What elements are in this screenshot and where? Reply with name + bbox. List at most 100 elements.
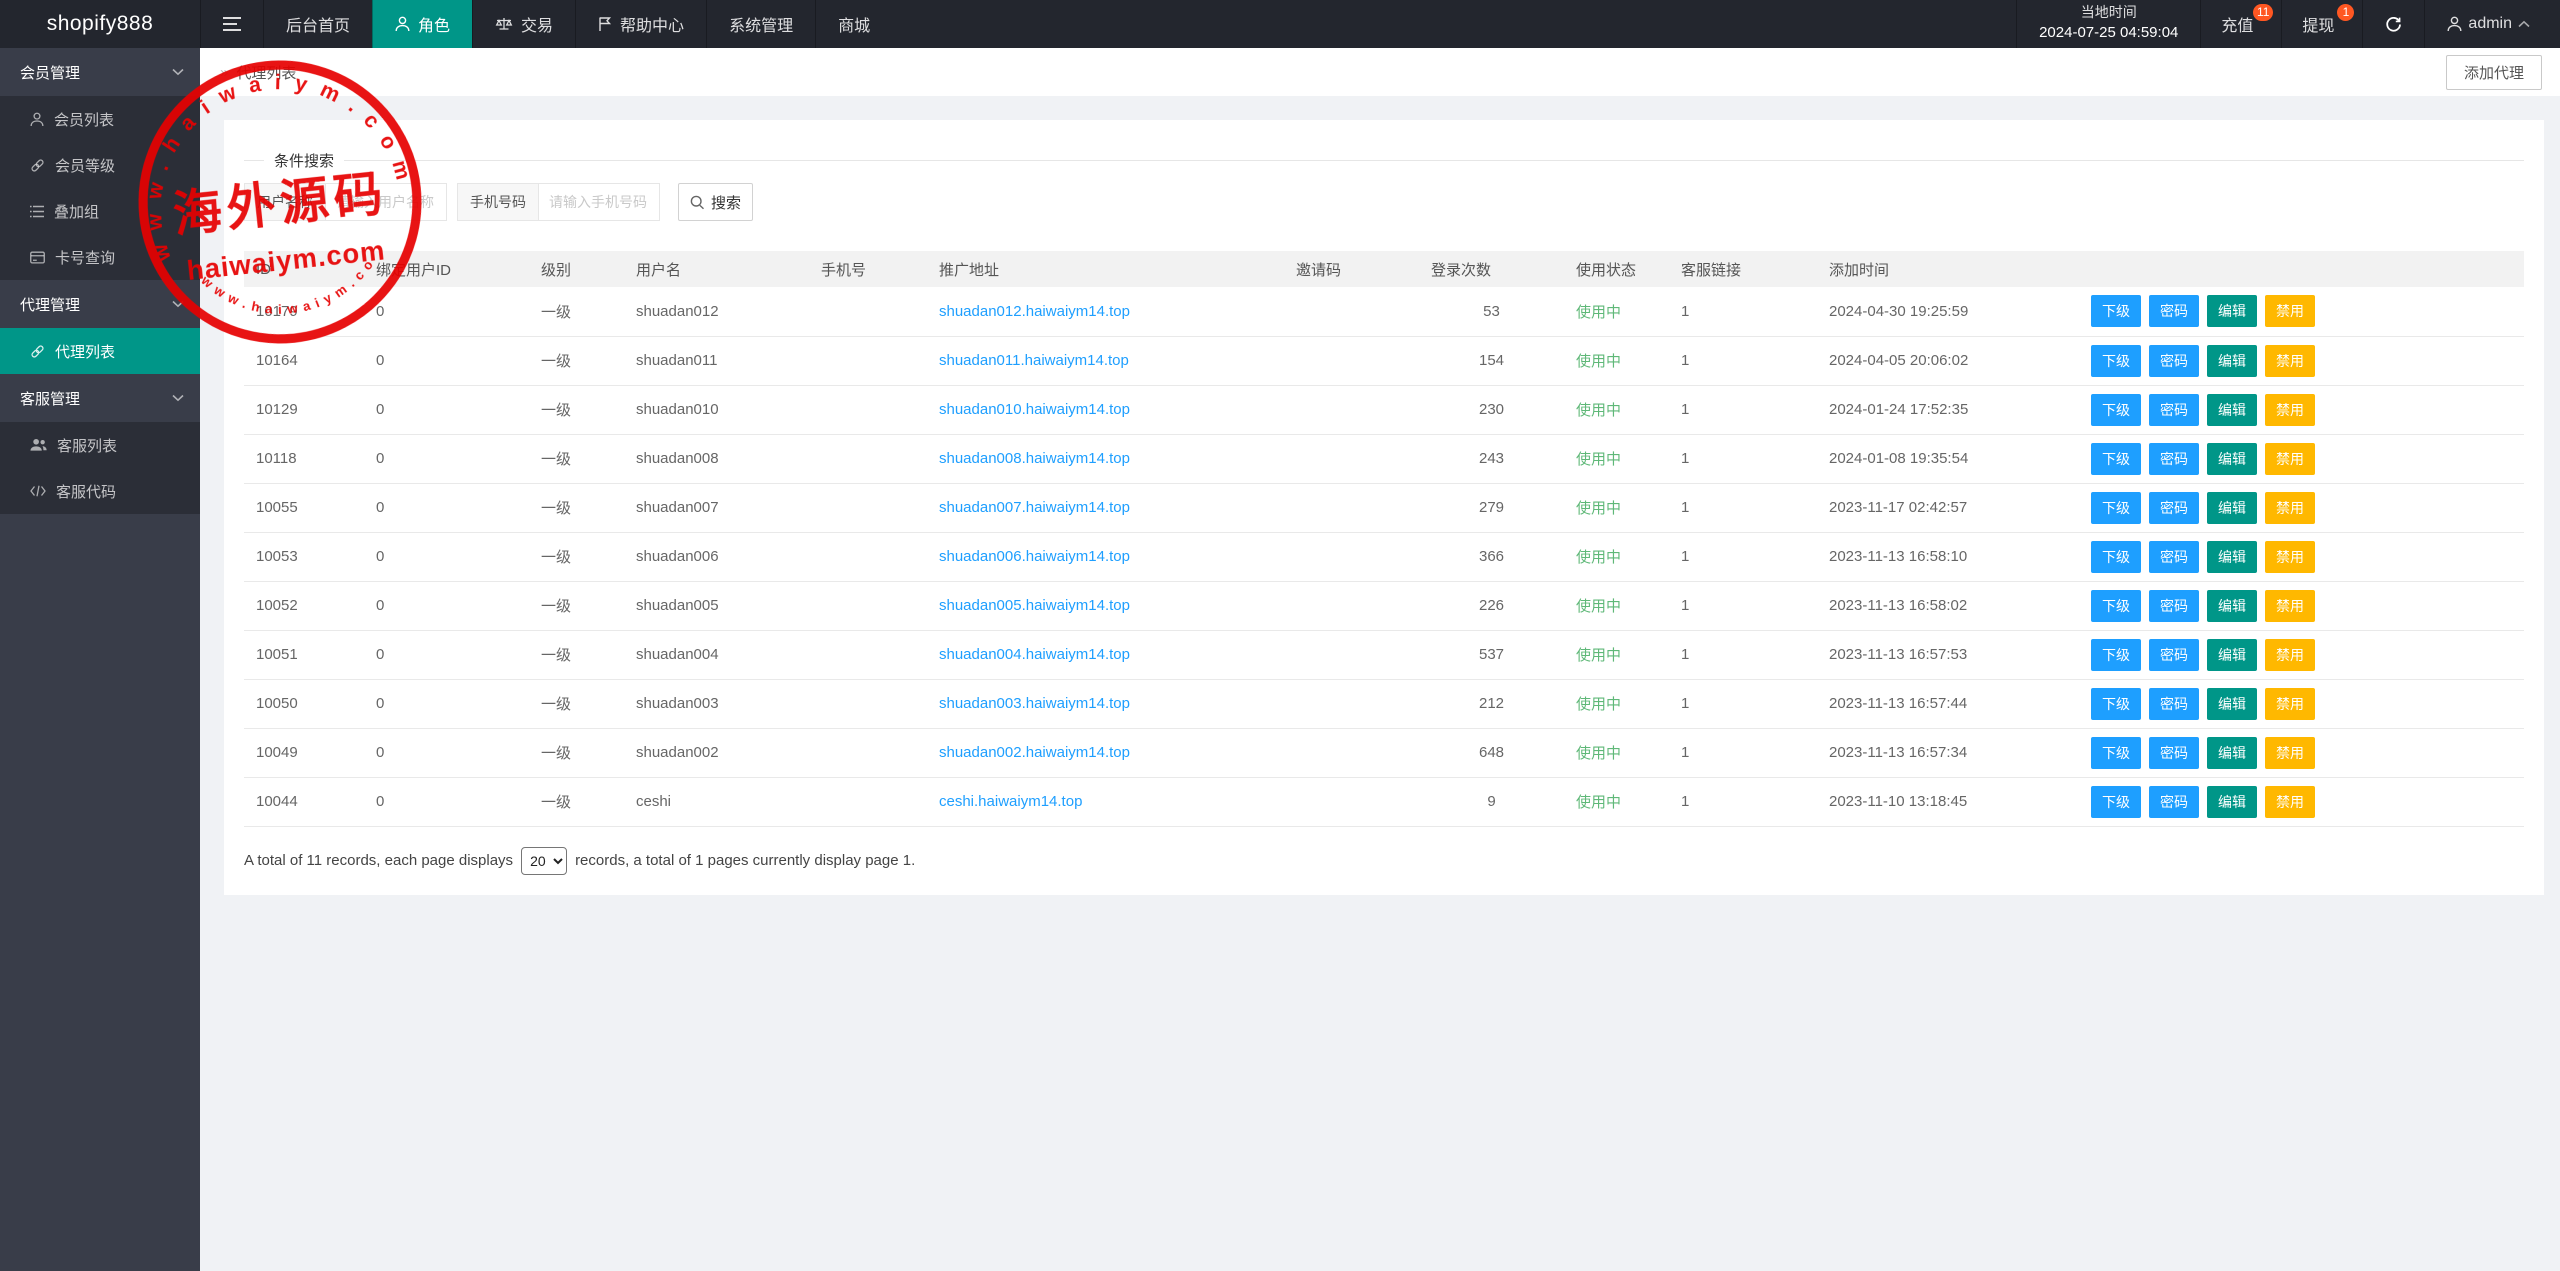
promo-link[interactable]: shuadan007.haiwaiym14.top	[927, 483, 1284, 532]
promo-link[interactable]: shuadan006.haiwaiym14.top	[927, 532, 1284, 581]
cell-id: 10179	[244, 287, 364, 336]
promo-link[interactable]: shuadan004.haiwaiym14.top	[927, 630, 1284, 679]
promo-link[interactable]: ceshi.haiwaiym14.top	[927, 777, 1284, 826]
edit-button[interactable]: 编辑	[2207, 590, 2257, 622]
nav-item-system[interactable]: 系统管理	[706, 0, 815, 48]
promo-link[interactable]: shuadan008.haiwaiym14.top	[927, 434, 1284, 483]
disable-button[interactable]: 禁用	[2265, 295, 2315, 327]
refresh-button[interactable]	[2362, 0, 2424, 48]
column-header: 添加时间	[1817, 251, 2069, 287]
nav-item-help[interactable]: 帮助中心	[575, 0, 706, 48]
disable-button[interactable]: 禁用	[2265, 394, 2315, 426]
cell-created-at: 2023-11-13 16:58:10	[1817, 532, 2069, 581]
disable-button[interactable]: 禁用	[2265, 786, 2315, 818]
cell-login-count: 366	[1419, 532, 1564, 581]
sidebar-item-service-code[interactable]: 客服代码	[0, 468, 200, 514]
cell-invite-code	[1284, 777, 1419, 826]
sub-agents-button[interactable]: 下级	[2091, 394, 2141, 426]
cell-status: 使用中	[1564, 532, 1669, 581]
password-button[interactable]: 密码	[2149, 737, 2199, 769]
sub-agents-button[interactable]: 下级	[2091, 492, 2141, 524]
sub-agents-button[interactable]: 下级	[2091, 590, 2141, 622]
phone-input[interactable]	[539, 184, 659, 220]
edit-button[interactable]: 编辑	[2207, 295, 2257, 327]
username-input[interactable]	[326, 184, 446, 220]
sidebar-group-member-management[interactable]: 会员管理	[0, 48, 200, 96]
promo-link[interactable]: shuadan005.haiwaiym14.top	[927, 581, 1284, 630]
search-legend: 条件搜索	[264, 150, 344, 171]
sub-agents-button[interactable]: 下级	[2091, 639, 2141, 671]
page-size-select[interactable]: 20	[521, 847, 567, 875]
password-button[interactable]: 密码	[2149, 443, 2199, 475]
sub-agents-button[interactable]: 下级	[2091, 737, 2141, 769]
sidebar-item-service-list[interactable]: 客服列表	[0, 422, 200, 468]
nav-item-dashboard[interactable]: 后台首页	[263, 0, 372, 48]
nav-item-roles[interactable]: 角色	[372, 0, 472, 48]
promo-link[interactable]: shuadan003.haiwaiym14.top	[927, 679, 1284, 728]
disable-button[interactable]: 禁用	[2265, 443, 2315, 475]
cell-status: 使用中	[1564, 434, 1669, 483]
withdraw-button[interactable]: 提现 1	[2281, 0, 2362, 48]
password-button[interactable]: 密码	[2149, 590, 2199, 622]
disable-button[interactable]: 禁用	[2265, 688, 2315, 720]
promo-link[interactable]: shuadan010.haiwaiym14.top	[927, 385, 1284, 434]
password-button[interactable]: 密码	[2149, 492, 2199, 524]
column-header: 邀请码	[1284, 251, 1419, 287]
disable-button[interactable]: 禁用	[2265, 492, 2315, 524]
password-button[interactable]: 密码	[2149, 639, 2199, 671]
cell-login-count: 154	[1419, 336, 1564, 385]
promo-link[interactable]: shuadan002.haiwaiym14.top	[927, 728, 1284, 777]
cell-invite-code	[1284, 483, 1419, 532]
sidebar-item-card-query[interactable]: 卡号查询	[0, 234, 200, 280]
sidebar-toggle-button[interactable]	[200, 0, 263, 48]
edit-button[interactable]: 编辑	[2207, 345, 2257, 377]
edit-button[interactable]: 编辑	[2207, 688, 2257, 720]
sub-agents-button[interactable]: 下级	[2091, 295, 2141, 327]
disable-button[interactable]: 禁用	[2265, 639, 2315, 671]
cell-phone	[809, 777, 927, 826]
password-button[interactable]: 密码	[2149, 541, 2199, 573]
password-button[interactable]: 密码	[2149, 786, 2199, 818]
nav-item-trade[interactable]: 交易	[472, 0, 575, 48]
cell-service-link: 1	[1669, 728, 1817, 777]
edit-button[interactable]: 编辑	[2207, 786, 2257, 818]
password-button[interactable]: 密码	[2149, 394, 2199, 426]
cell-service-link: 1	[1669, 777, 1817, 826]
sidebar-item-member-list[interactable]: 会员列表	[0, 96, 200, 142]
edit-button[interactable]: 编辑	[2207, 443, 2257, 475]
withdraw-badge: 1	[2337, 4, 2354, 21]
recharge-button[interactable]: 充值 11	[2200, 0, 2281, 48]
user-menu[interactable]: admin	[2424, 0, 2560, 48]
sidebar-item-stack-group[interactable]: 叠加组	[0, 188, 200, 234]
sub-agents-button[interactable]: 下级	[2091, 345, 2141, 377]
sidebar-group-service-management[interactable]: 客服管理	[0, 374, 200, 422]
cell-level: 一级	[529, 679, 624, 728]
sub-agents-button[interactable]: 下级	[2091, 541, 2141, 573]
cell-status: 使用中	[1564, 336, 1669, 385]
cell-level: 一级	[529, 336, 624, 385]
disable-button[interactable]: 禁用	[2265, 737, 2315, 769]
password-button[interactable]: 密码	[2149, 688, 2199, 720]
sub-agents-button[interactable]: 下级	[2091, 786, 2141, 818]
sidebar-group-agent-management[interactable]: 代理管理	[0, 280, 200, 328]
cell-created-at: 2023-11-13 16:57:34	[1817, 728, 2069, 777]
promo-link[interactable]: shuadan012.haiwaiym14.top	[927, 287, 1284, 336]
edit-button[interactable]: 编辑	[2207, 639, 2257, 671]
sidebar-item-member-level[interactable]: 会员等级	[0, 142, 200, 188]
edit-button[interactable]: 编辑	[2207, 492, 2257, 524]
password-button[interactable]: 密码	[2149, 345, 2199, 377]
sub-agents-button[interactable]: 下级	[2091, 688, 2141, 720]
nav-item-mall[interactable]: 商城	[815, 0, 892, 48]
search-button[interactable]: 搜索	[678, 183, 753, 221]
sidebar-item-agent-list[interactable]: 代理列表	[0, 328, 200, 374]
disable-button[interactable]: 禁用	[2265, 590, 2315, 622]
disable-button[interactable]: 禁用	[2265, 345, 2315, 377]
edit-button[interactable]: 编辑	[2207, 541, 2257, 573]
sub-agents-button[interactable]: 下级	[2091, 443, 2141, 475]
edit-button[interactable]: 编辑	[2207, 394, 2257, 426]
add-agent-button[interactable]: 添加代理	[2446, 55, 2542, 90]
password-button[interactable]: 密码	[2149, 295, 2199, 327]
disable-button[interactable]: 禁用	[2265, 541, 2315, 573]
promo-link[interactable]: shuadan011.haiwaiym14.top	[927, 336, 1284, 385]
edit-button[interactable]: 编辑	[2207, 737, 2257, 769]
